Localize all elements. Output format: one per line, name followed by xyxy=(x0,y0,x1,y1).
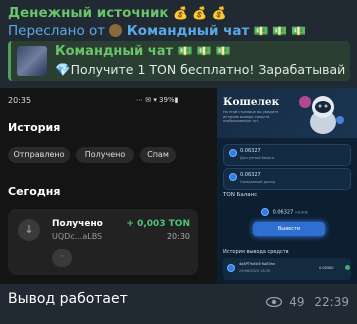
attached-photo[interactable]: 20:35 ⋯ ✉ ▾ 39%▮ История Отправлено Полу… xyxy=(0,88,357,284)
ton-coin-icon xyxy=(227,264,235,272)
chip-received: Получено xyxy=(76,147,134,163)
history-amount: 0.00300 xyxy=(319,266,334,270)
balance-row: 0.06327 ≈0.00$ xyxy=(261,208,308,216)
withdraw-history-row: 4qSPT9xNcE·KoE5hn 29/06/2025 16:30 0.003… xyxy=(223,258,351,280)
sender-name[interactable]: Денежный источник 💰 💰 💰 xyxy=(8,5,226,21)
history-address: 4qSPT9xNcE·KoE5hn xyxy=(239,262,276,266)
tx-title: Получено xyxy=(52,219,103,229)
money-bill-icons: 💵 💵 💵 xyxy=(177,44,231,58)
available-balance-value: 0.06327 xyxy=(240,148,261,154)
reply-author: Командный чат 💵 💵 💵 xyxy=(55,44,231,59)
money-bill-icons: 💵 💵 💵 xyxy=(253,24,307,38)
reply-text: 💎Получите 1 TON бесплатно! Зарабатывай xyxy=(55,62,346,77)
expected-income-label: Ожидаемый доход xyxy=(240,180,275,184)
status-time: 20:35 xyxy=(8,96,32,105)
history-title: История xyxy=(8,121,61,134)
available-balance-box: 0.06327 Доступный баланс xyxy=(223,144,351,166)
chip-spam: Спам xyxy=(140,147,176,163)
ton-balance-label: TON Баланс xyxy=(223,192,258,198)
wallet-title: Кошелек xyxy=(223,96,280,108)
expected-income-value: 0.06327 xyxy=(240,172,261,178)
money-bag-icons: 💰 💰 💰 xyxy=(173,6,227,20)
more-icon: · xyxy=(52,249,72,267)
forward-prefix: Переслано от xyxy=(8,23,106,39)
withdraw-history-title: История вывода средств xyxy=(223,249,289,255)
status-icons: ⋯ ✉ ▾ 39%▮ xyxy=(136,96,179,104)
forward-source: Командный чат xyxy=(126,23,250,39)
chip-sent: Отправлено xyxy=(8,147,70,163)
reply-quote[interactable]: Командный чат 💵 💵 💵 💎Получите 1 TON бесп… xyxy=(8,41,350,81)
ton-coin-icon xyxy=(229,149,237,157)
reply-thumbnail xyxy=(17,46,47,76)
history-screenshot: 20:35 ⋯ ✉ ▾ 39%▮ История Отправлено Полу… xyxy=(0,88,208,284)
astronaut-icon xyxy=(299,96,344,134)
message-bubble: Денежный источник 💰 💰 💰 Переслано от Ком… xyxy=(0,0,357,324)
balance-value: 0.06327 xyxy=(272,209,294,216)
reply-author-label: Командный чат xyxy=(55,44,174,59)
message-time: 22:39 xyxy=(314,295,349,309)
tx-time: 20:30 xyxy=(166,232,190,241)
sender-label: Денежный источник xyxy=(8,5,169,21)
wallet-subtitle: На этой странице вы увидите историю выво… xyxy=(223,110,279,123)
wallet-screenshot: Кошелек На этой странице вы увидите исто… xyxy=(217,88,357,284)
eye-icon xyxy=(266,297,283,307)
expected-income-box: 0.06327 Ожидаемый доход xyxy=(223,168,351,190)
history-date: 29/06/2025 16:30 xyxy=(239,269,271,273)
status-ok-icon xyxy=(345,265,350,270)
avatar xyxy=(109,24,123,37)
ton-coin-icon xyxy=(261,208,269,216)
withdraw-button: Вывести xyxy=(253,222,325,236)
available-balance-label: Доступный баланс xyxy=(240,156,275,160)
section-today: Сегодня xyxy=(8,185,61,198)
transaction-card: ↓ Получено UQDc...aLBS + 0,003 TON 20:30… xyxy=(8,209,198,275)
arrow-down-icon: ↓ xyxy=(18,219,40,241)
ton-coin-icon xyxy=(229,173,237,181)
message-meta: 49 22:39 xyxy=(266,295,349,309)
balance-fiat: ≈0.00$ xyxy=(294,210,308,215)
message-caption: Вывод работает xyxy=(8,291,128,307)
tx-amount: + 0,003 TON xyxy=(126,219,190,229)
forward-header[interactable]: Переслано от Командный чат 💵 💵 💵 xyxy=(8,23,306,39)
view-count: 49 xyxy=(289,295,305,309)
tx-address: UQDc...aLBS xyxy=(52,232,103,241)
